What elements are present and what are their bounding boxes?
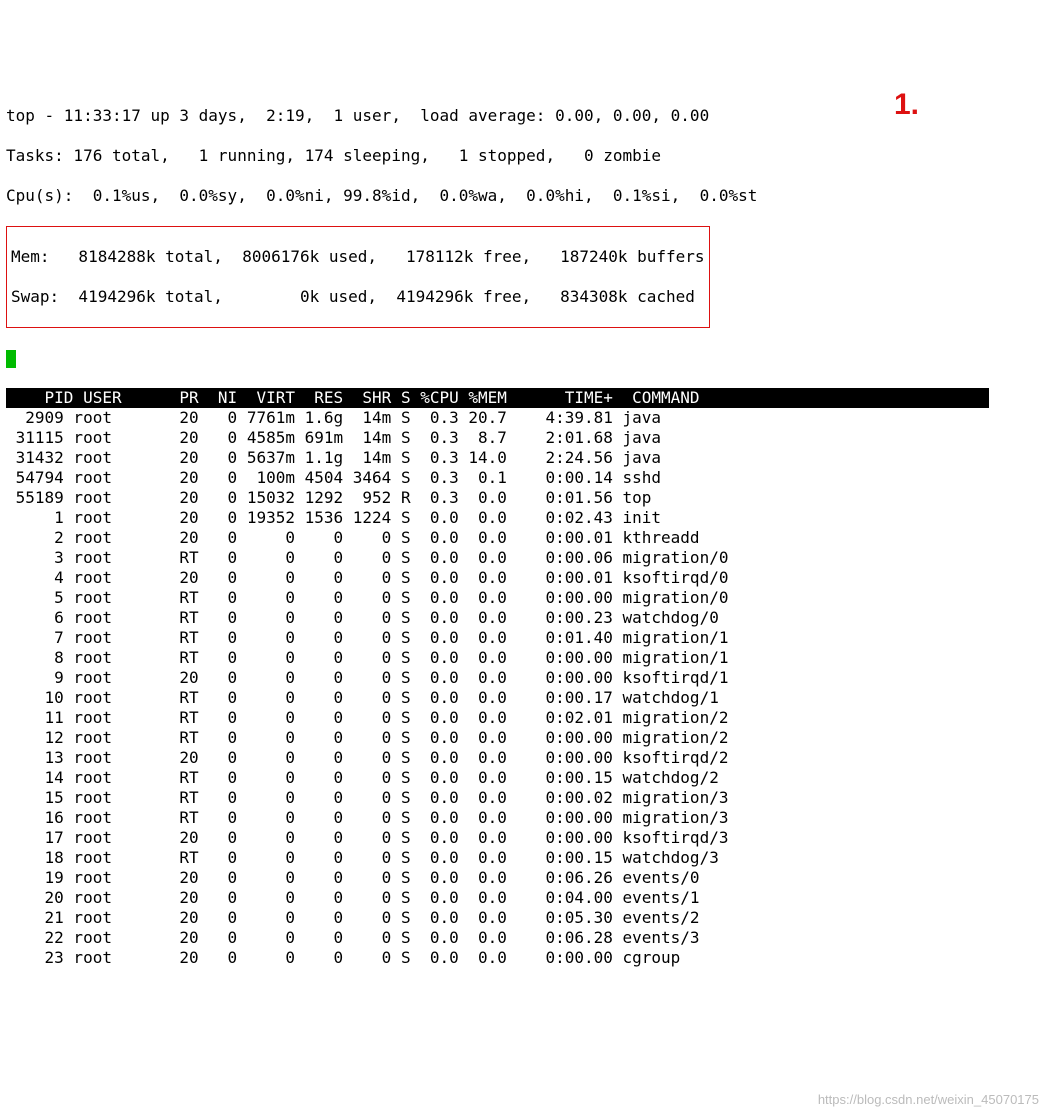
process-row[interactable]: 5 root RT 0 0 0 0 S 0.0 0.0 0:00.00 migr… (6, 588, 1053, 608)
process-row[interactable]: 31432 root 20 0 5637m 1.1g 14m S 0.3 14.… (6, 448, 1053, 468)
mem-swap-highlight: Mem: 8184288k total, 8006176k used, 1781… (6, 226, 710, 328)
process-row[interactable]: 8 root RT 0 0 0 0 S 0.0 0.0 0:00.00 migr… (6, 648, 1053, 668)
process-row[interactable]: 9 root 20 0 0 0 0 S 0.0 0.0 0:00.00 ksof… (6, 668, 1053, 688)
process-list: 2909 root 20 0 7761m 1.6g 14m S 0.3 20.7… (6, 408, 1053, 968)
annotation-marker: 1. (894, 86, 919, 124)
process-row[interactable]: 18 root RT 0 0 0 0 S 0.0 0.0 0:00.15 wat… (6, 848, 1053, 868)
cursor-icon (6, 350, 16, 368)
summary-tasks: Tasks: 176 total, 1 running, 174 sleepin… (6, 146, 1053, 166)
process-row[interactable]: 7 root RT 0 0 0 0 S 0.0 0.0 0:01.40 migr… (6, 628, 1053, 648)
process-row[interactable]: 10 root RT 0 0 0 0 S 0.0 0.0 0:00.17 wat… (6, 688, 1053, 708)
process-row[interactable]: 14 root RT 0 0 0 0 S 0.0 0.0 0:00.15 wat… (6, 768, 1053, 788)
process-row[interactable]: 54794 root 20 0 100m 4504 3464 S 0.3 0.1… (6, 468, 1053, 488)
process-row[interactable]: 21 root 20 0 0 0 0 S 0.0 0.0 0:05.30 eve… (6, 908, 1053, 928)
process-row[interactable]: 31115 root 20 0 4585m 691m 14m S 0.3 8.7… (6, 428, 1053, 448)
top-terminal[interactable]: top - 11:33:17 up 3 days, 2:19, 1 user, … (6, 86, 1053, 988)
process-row[interactable]: 13 root 20 0 0 0 0 S 0.0 0.0 0:00.00 kso… (6, 748, 1053, 768)
process-row[interactable]: 55189 root 20 0 15032 1292 952 R 0.3 0.0… (6, 488, 1053, 508)
process-row[interactable]: 17 root 20 0 0 0 0 S 0.0 0.0 0:00.00 kso… (6, 828, 1053, 848)
summary-cpu: Cpu(s): 0.1%us, 0.0%sy, 0.0%ni, 99.8%id,… (6, 186, 1053, 206)
process-row[interactable]: 3 root RT 0 0 0 0 S 0.0 0.0 0:00.06 migr… (6, 548, 1053, 568)
process-row[interactable]: 16 root RT 0 0 0 0 S 0.0 0.0 0:00.00 mig… (6, 808, 1053, 828)
process-row[interactable]: 19 root 20 0 0 0 0 S 0.0 0.0 0:06.26 eve… (6, 868, 1053, 888)
process-row[interactable]: 15 root RT 0 0 0 0 S 0.0 0.0 0:00.02 mig… (6, 788, 1053, 808)
process-row[interactable]: 1 root 20 0 19352 1536 1224 S 0.0 0.0 0:… (6, 508, 1053, 528)
process-row[interactable]: 6 root RT 0 0 0 0 S 0.0 0.0 0:00.23 watc… (6, 608, 1053, 628)
process-row[interactable]: 11 root RT 0 0 0 0 S 0.0 0.0 0:02.01 mig… (6, 708, 1053, 728)
process-row[interactable]: 22 root 20 0 0 0 0 S 0.0 0.0 0:06.28 eve… (6, 928, 1053, 948)
process-row[interactable]: 4 root 20 0 0 0 0 S 0.0 0.0 0:00.01 ksof… (6, 568, 1053, 588)
summary-swap: Swap: 4194296k total, 0k used, 4194296k … (11, 287, 705, 307)
process-row[interactable]: 2909 root 20 0 7761m 1.6g 14m S 0.3 20.7… (6, 408, 1053, 428)
summary-mem: Mem: 8184288k total, 8006176k used, 1781… (11, 247, 705, 267)
process-table-header: PID USER PR NI VIRT RES SHR S %CPU %MEM … (6, 388, 989, 408)
process-row[interactable]: 12 root RT 0 0 0 0 S 0.0 0.0 0:00.00 mig… (6, 728, 1053, 748)
process-row[interactable]: 20 root 20 0 0 0 0 S 0.0 0.0 0:04.00 eve… (6, 888, 1053, 908)
process-row[interactable]: 23 root 20 0 0 0 0 S 0.0 0.0 0:00.00 cgr… (6, 948, 1053, 968)
watermark-text: https://blog.csdn.net/weixin_45070175 (818, 1092, 1039, 1108)
process-row[interactable]: 2 root 20 0 0 0 0 S 0.0 0.0 0:00.01 kthr… (6, 528, 1053, 548)
